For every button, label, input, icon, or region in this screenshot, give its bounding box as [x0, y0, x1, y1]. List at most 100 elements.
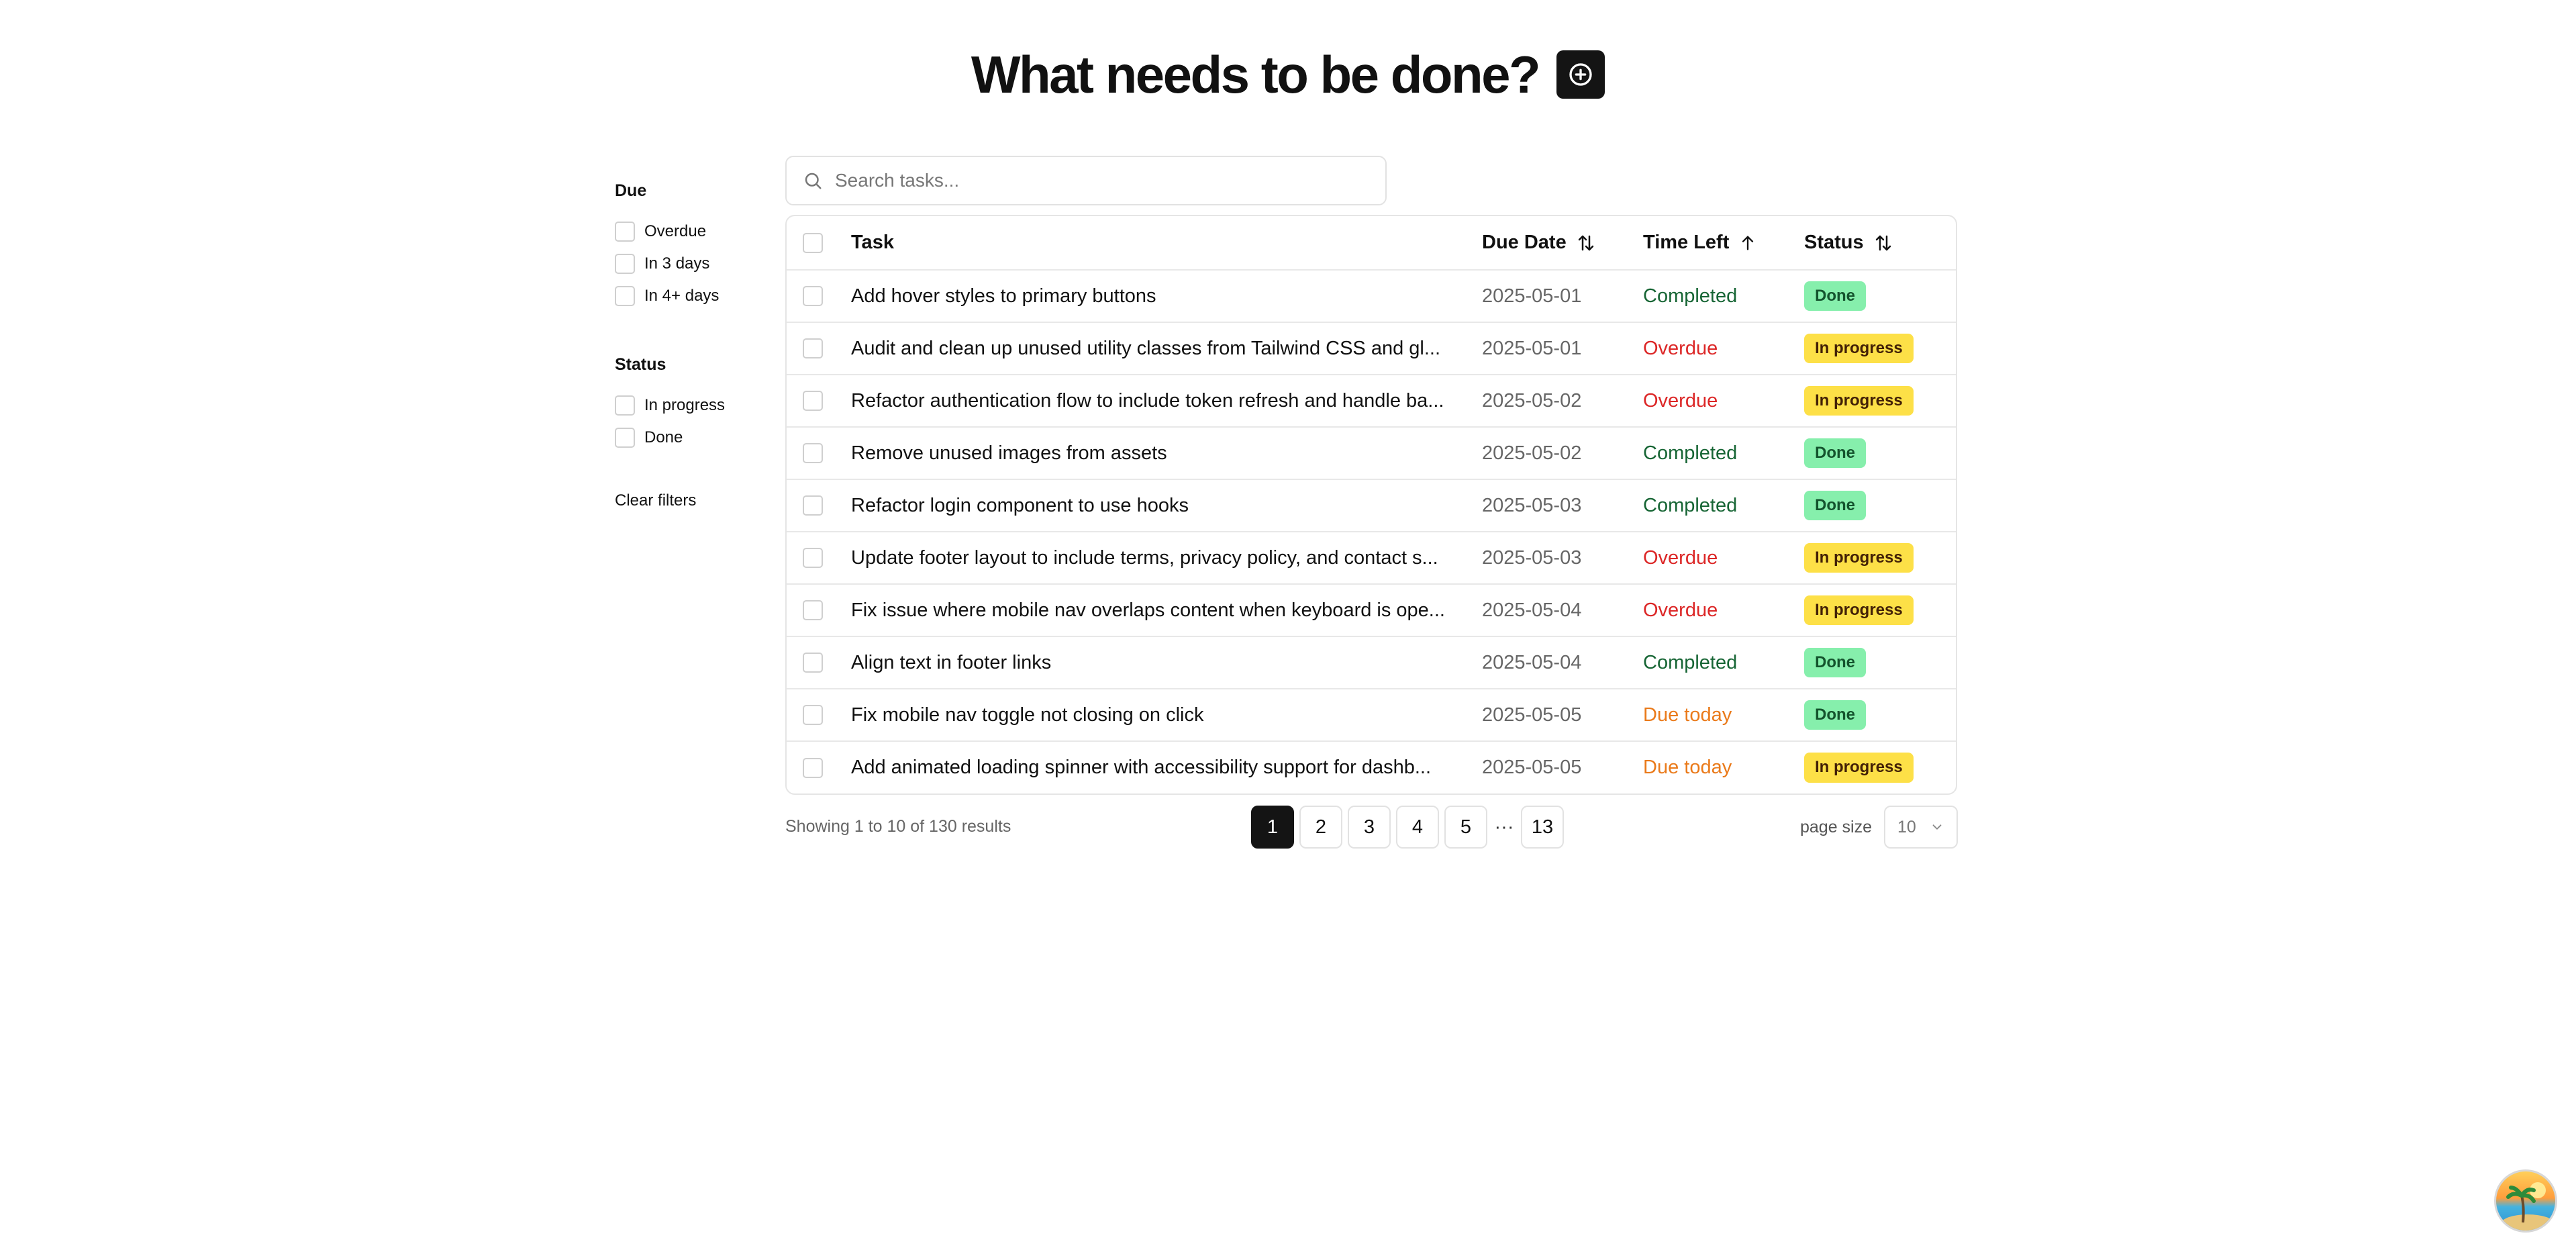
search-icon	[805, 173, 822, 189]
add-task-button[interactable]	[1556, 50, 1605, 99]
task-title: Remove unused images from assets	[851, 442, 1167, 464]
due-date-cell: 2025-05-05	[1482, 741, 1643, 794]
filter-in-4plus-days-checkbox[interactable]	[615, 286, 635, 306]
select-all-checkbox[interactable]	[803, 232, 823, 253]
due-date: 2025-05-05	[1482, 757, 1582, 778]
filter-in-4plus-days[interactable]: In 4+ days	[615, 280, 776, 312]
status-badge: In progress	[1804, 595, 1914, 626]
table-row[interactable]: Fix mobile nav toggle not closing on cli…	[787, 689, 1956, 741]
status-badge: Done	[1804, 281, 1866, 311]
time-left-cell: Overdue	[1643, 322, 1804, 375]
row-checkbox[interactable]	[803, 338, 823, 358]
task-cell: Remove unused images from assets	[851, 427, 1482, 479]
status-cell: In progress	[1804, 532, 1956, 584]
filter-in-3-days-checkbox[interactable]	[615, 254, 635, 274]
task-page: What needs to be done? Due Overdue In 3 …	[0, 0, 2576, 1250]
table-row[interactable]: Refactor authentication flow to include …	[787, 375, 1956, 427]
page-size-value: 10	[1897, 817, 1916, 836]
row-checkbox[interactable]	[803, 600, 823, 620]
status-cell: In progress	[1804, 322, 1956, 375]
page-button-5[interactable]: 5	[1444, 806, 1487, 849]
row-checkbox[interactable]	[803, 391, 823, 411]
arrow-up-icon[interactable]	[1738, 234, 1757, 252]
row-checkbox[interactable]	[803, 443, 823, 463]
due-date: 2025-05-02	[1482, 389, 1582, 412]
task-title: Align text in footer links	[851, 651, 1052, 673]
row-select-cell	[787, 427, 851, 479]
status-badge: In progress	[1804, 542, 1914, 573]
table-row[interactable]: Add animated loading spinner with access…	[787, 741, 1956, 794]
page-button-1[interactable]: 1	[1251, 806, 1294, 849]
arrow-up-down-icon[interactable]	[1873, 233, 1893, 253]
status-badge: In progress	[1804, 385, 1914, 416]
time-left-cell: Completed	[1643, 270, 1804, 322]
table-row[interactable]: Remove unused images from assets 2025-05…	[787, 427, 1956, 479]
due-date: 2025-05-01	[1482, 337, 1582, 359]
row-checkbox[interactable]	[803, 548, 823, 568]
time-left: Completed	[1643, 285, 1738, 307]
task-title: Add animated loading spinner with access…	[851, 757, 1432, 778]
assistant-avatar-icon[interactable]	[2494, 1169, 2557, 1233]
due-date: 2025-05-03	[1482, 494, 1582, 516]
task-title: Update footer layout to include terms, p…	[851, 546, 1438, 569]
search-input[interactable]	[835, 170, 1358, 191]
table-row[interactable]: Audit and clean up unused utility classe…	[787, 322, 1956, 375]
row-checkbox[interactable]	[803, 653, 823, 673]
filter-in-progress-checkbox[interactable]	[615, 395, 635, 416]
arrow-up-down-icon[interactable]	[1576, 233, 1596, 253]
row-checkbox[interactable]	[803, 757, 823, 778]
time-left-cell: Due today	[1643, 741, 1804, 794]
select-all-cell	[787, 216, 851, 270]
due-date: 2025-05-04	[1482, 651, 1582, 673]
time-left: Overdue	[1643, 337, 1718, 359]
table-row[interactable]: Align text in footer links 2025-05-04 Co…	[787, 636, 1956, 689]
page-button-4[interactable]: 4	[1396, 806, 1439, 849]
search-box[interactable]	[785, 156, 1387, 205]
chevron-down-icon	[1932, 824, 1942, 830]
due-date: 2025-05-05	[1482, 704, 1582, 726]
due-date-cell: 2025-05-04	[1482, 584, 1643, 636]
table-row[interactable]: Refactor login component to use hooks 20…	[787, 479, 1956, 532]
page-title: What needs to be done?	[971, 45, 1541, 104]
filter-sidebar: Due Overdue In 3 days In 4+ days Status …	[615, 181, 776, 510]
row-select-cell	[787, 322, 851, 375]
task-cell: Audit and clean up unused utility classe…	[851, 322, 1482, 375]
row-checkbox[interactable]	[803, 495, 823, 516]
filter-done[interactable]: Done	[615, 422, 776, 454]
page-button-last[interactable]: 13	[1521, 806, 1564, 849]
page-size-select[interactable]: 10	[1884, 806, 1959, 849]
table-row[interactable]: Fix issue where mobile nav overlaps cont…	[787, 584, 1956, 636]
table-row[interactable]: Update footer layout to include terms, p…	[787, 532, 1956, 584]
time-left: Due today	[1643, 757, 1732, 778]
row-checkbox[interactable]	[803, 286, 823, 306]
filter-overdue-checkbox[interactable]	[615, 222, 635, 242]
due-filter-heading: Due	[615, 181, 647, 200]
column-task-label: Task	[851, 232, 894, 253]
table-row[interactable]: Add hover styles to primary buttons 2025…	[787, 270, 1956, 322]
column-due-date-label: Due Date	[1482, 232, 1567, 253]
due-date: 2025-05-01	[1482, 285, 1582, 307]
page-button-2[interactable]: 2	[1299, 806, 1342, 849]
column-header-due-date[interactable]: Due Date	[1482, 216, 1643, 270]
column-header-status[interactable]: Status	[1804, 216, 1956, 270]
row-select-cell	[787, 584, 851, 636]
row-checkbox[interactable]	[803, 705, 823, 725]
time-left: Overdue	[1643, 389, 1718, 412]
page-button-3[interactable]: 3	[1348, 806, 1391, 849]
filter-overdue[interactable]: Overdue	[615, 215, 776, 248]
task-title: Refactor login component to use hooks	[851, 494, 1189, 516]
column-header-time-left[interactable]: Time Left	[1643, 216, 1804, 270]
filter-option-label: In 3 days	[644, 254, 710, 273]
tasks-table: Task Due Date Time Left Status Add hover…	[785, 215, 1957, 795]
due-date: 2025-05-02	[1482, 442, 1582, 464]
filter-done-checkbox[interactable]	[615, 428, 635, 448]
task-cell: Refactor authentication flow to include …	[851, 375, 1482, 427]
pagination: 1 2 3 4 5 ··· 13	[1251, 806, 1564, 849]
filter-in-progress[interactable]: In progress	[615, 389, 776, 422]
filter-in-3-days[interactable]: In 3 days	[615, 248, 776, 280]
filter-option-label: In 4+ days	[644, 287, 720, 305]
clear-filters-button[interactable]: Clear filters	[615, 491, 776, 510]
task-title: Audit and clean up unused utility classe…	[851, 337, 1441, 359]
results-summary: Showing 1 to 10 of 130 results	[785, 817, 1011, 836]
status-badge: Done	[1804, 490, 1866, 521]
